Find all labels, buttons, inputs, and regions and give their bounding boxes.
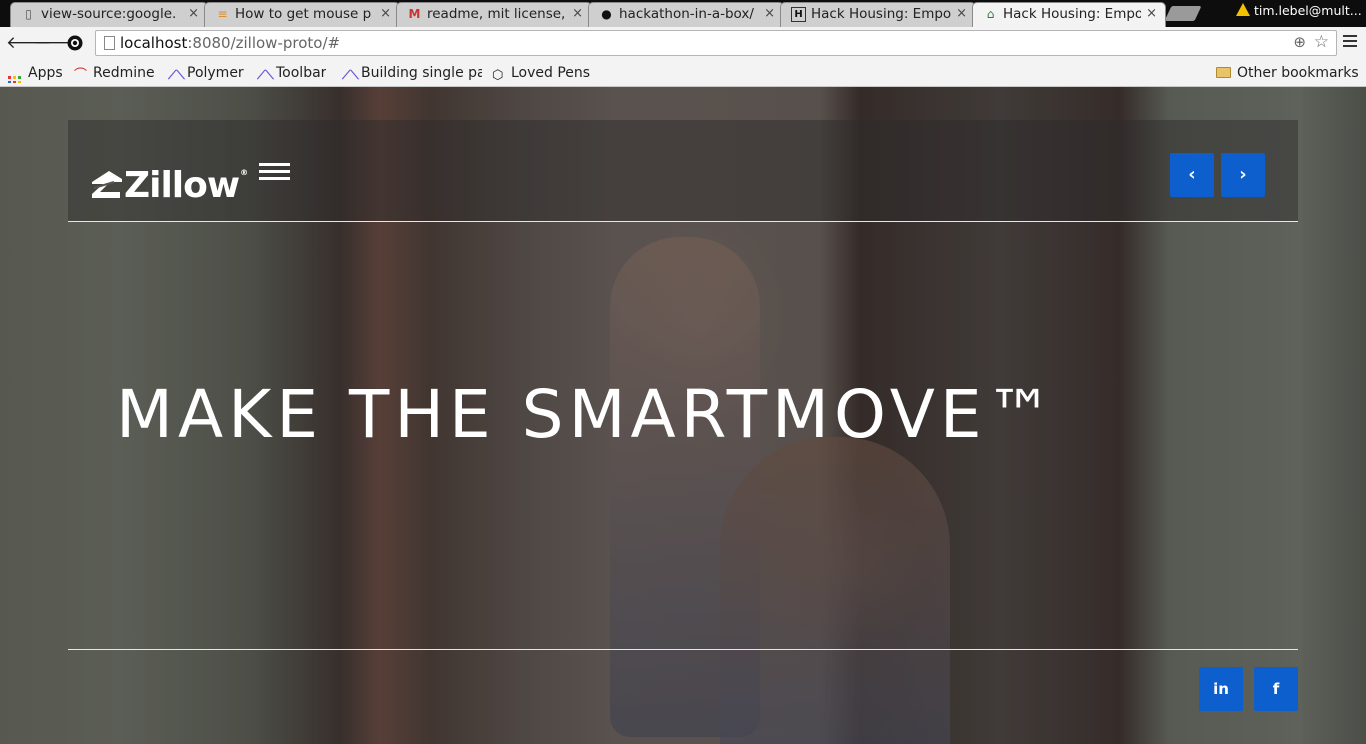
profile-button[interactable]: tim.lebel@mult... xyxy=(1230,0,1366,22)
redmine-icon: ⌒ xyxy=(74,68,88,83)
close-icon[interactable]: × xyxy=(1146,6,1157,21)
other-bookmarks-label: Other bookmarks xyxy=(1237,65,1359,81)
linkedin-icon: in xyxy=(1213,680,1229,698)
page-icon: ▯ xyxy=(25,7,32,21)
stackoverflow-icon: ≡ xyxy=(217,7,228,21)
bookmark-label: Loved Pens xyxy=(511,65,591,81)
bookmarks-bar: Apps ⌒ Redmine ⟋⟍ Polymer ⟋⟍ Toolbar ⟋⟍ Buil… xyxy=(0,59,1366,87)
bookmark-label: Polymer xyxy=(187,65,244,81)
codepen-icon: ⬡ xyxy=(492,68,504,83)
bookmark-label: Building single pa xyxy=(361,65,482,81)
tab-stackoverflow[interactable]: ≡ How to get mouse p × xyxy=(204,2,400,27)
site-header xyxy=(68,120,1298,221)
profile-name: tim.lebel@mult... xyxy=(1254,3,1362,18)
registered-mark: ® xyxy=(240,168,249,177)
h-icon: H xyxy=(791,7,806,22)
close-icon[interactable]: × xyxy=(188,6,199,21)
logo-text: Zillow xyxy=(124,165,240,206)
url-host: localhost xyxy=(120,34,188,52)
bookmark-redmine[interactable]: ⌒ Redmine xyxy=(74,63,155,83)
tab-title: Hack Housing: Empo xyxy=(1003,6,1141,22)
url-text[interactable]: localhost:8080/zillow-proto/# xyxy=(120,34,340,52)
chevron-left-icon: ‹ xyxy=(1188,164,1196,185)
facebook-button[interactable]: f xyxy=(1254,667,1298,711)
bookmark-label: Toolbar xyxy=(276,65,327,81)
carousel-next-button[interactable]: › xyxy=(1221,153,1265,197)
close-icon[interactable]: × xyxy=(956,6,967,21)
carousel-prev-button[interactable]: ‹ xyxy=(1170,153,1214,197)
page-viewport: Zillow® ‹ › MAKE THE SMARTMOVE™ in f xyxy=(0,87,1366,744)
chevron-right-icon: › xyxy=(1239,164,1247,185)
warning-icon xyxy=(1236,3,1250,16)
back-button[interactable]: 🡐 xyxy=(6,32,52,54)
new-tab-button[interactable] xyxy=(1164,6,1202,21)
bookmark-polymer[interactable]: ⟋⟍ Polymer xyxy=(168,63,244,83)
polymer-icon: ⟋⟍ xyxy=(168,68,185,82)
folder-icon xyxy=(1216,67,1231,78)
tab-title: view-source:google. xyxy=(41,6,177,22)
tab-title: How to get mouse p xyxy=(235,6,372,22)
url-path: :8080/zillow-proto/# xyxy=(187,34,341,52)
tab-hack-housing-active[interactable]: ⌂ Hack Housing: Empo × xyxy=(972,2,1166,27)
tab-view-source[interactable]: ▯ view-source:google. × xyxy=(10,2,208,27)
chrome-menu-icon[interactable] xyxy=(1343,35,1357,49)
polymer-icon: ⟋⟍ xyxy=(257,68,274,82)
polymer-icon: ⟋⟍ xyxy=(342,68,359,82)
bookmark-toolbar[interactable]: ⟋⟍ Toolbar xyxy=(257,63,326,83)
apps-grid-icon xyxy=(8,76,22,83)
footer-divider xyxy=(68,649,1298,650)
close-icon[interactable]: × xyxy=(764,6,775,21)
tab-github[interactable]: ● hackathon-in-a-box/ × xyxy=(588,2,784,27)
bookmark-building-single-page[interactable]: ⟋⟍ Building single pa xyxy=(342,63,482,83)
header-divider xyxy=(68,221,1298,222)
bookmark-label: Apps xyxy=(28,65,63,81)
hamburger-menu-icon[interactable] xyxy=(259,163,290,181)
other-bookmarks[interactable]: Other bookmarks xyxy=(1216,63,1359,83)
tab-hack-housing-1[interactable]: H Hack Housing: Empo × xyxy=(780,2,976,27)
gmail-icon: M xyxy=(408,7,421,21)
address-bar[interactable]: localhost:8080/zillow-proto/# ⊕ ☆ xyxy=(95,30,1337,56)
facebook-icon: f xyxy=(1272,680,1280,698)
zillow-logo[interactable]: Zillow® xyxy=(90,155,249,204)
globe-icon xyxy=(67,35,83,51)
zillow-z-icon xyxy=(92,171,122,198)
zillow-icon: ⌂ xyxy=(986,7,995,21)
tab-gmail[interactable]: M readme, mit license, × xyxy=(396,2,592,27)
tab-strip: ▯ view-source:google. × ≡ How to get mou… xyxy=(0,0,1366,27)
hero-title: MAKE THE SMARTMOVE™ xyxy=(116,376,1058,453)
zoom-icon[interactable]: ⊕ xyxy=(1293,33,1306,51)
close-icon[interactable]: × xyxy=(380,6,391,21)
bookmark-label: Redmine xyxy=(93,65,155,81)
forward-button[interactable]: 🡒 xyxy=(34,32,80,54)
github-icon: ● xyxy=(601,7,612,21)
bookmark-apps[interactable]: Apps xyxy=(8,63,63,83)
tab-title: Hack Housing: Empo xyxy=(811,6,951,22)
linkedin-button[interactable]: in xyxy=(1199,667,1243,711)
reload-button[interactable] xyxy=(64,32,86,54)
bookmark-star-icon[interactable]: ☆ xyxy=(1314,32,1329,52)
tab-title: hackathon-in-a-box/ xyxy=(619,6,754,22)
tab-title: readme, mit license, xyxy=(427,6,566,22)
page-icon xyxy=(104,36,115,50)
bookmark-loved-pens[interactable]: ⬡ Loved Pens xyxy=(492,63,590,83)
close-icon[interactable]: × xyxy=(572,6,583,21)
browser-toolbar: 🡐 🡒 localhost:8080/zillow-proto/# ⊕ ☆ xyxy=(0,27,1366,59)
